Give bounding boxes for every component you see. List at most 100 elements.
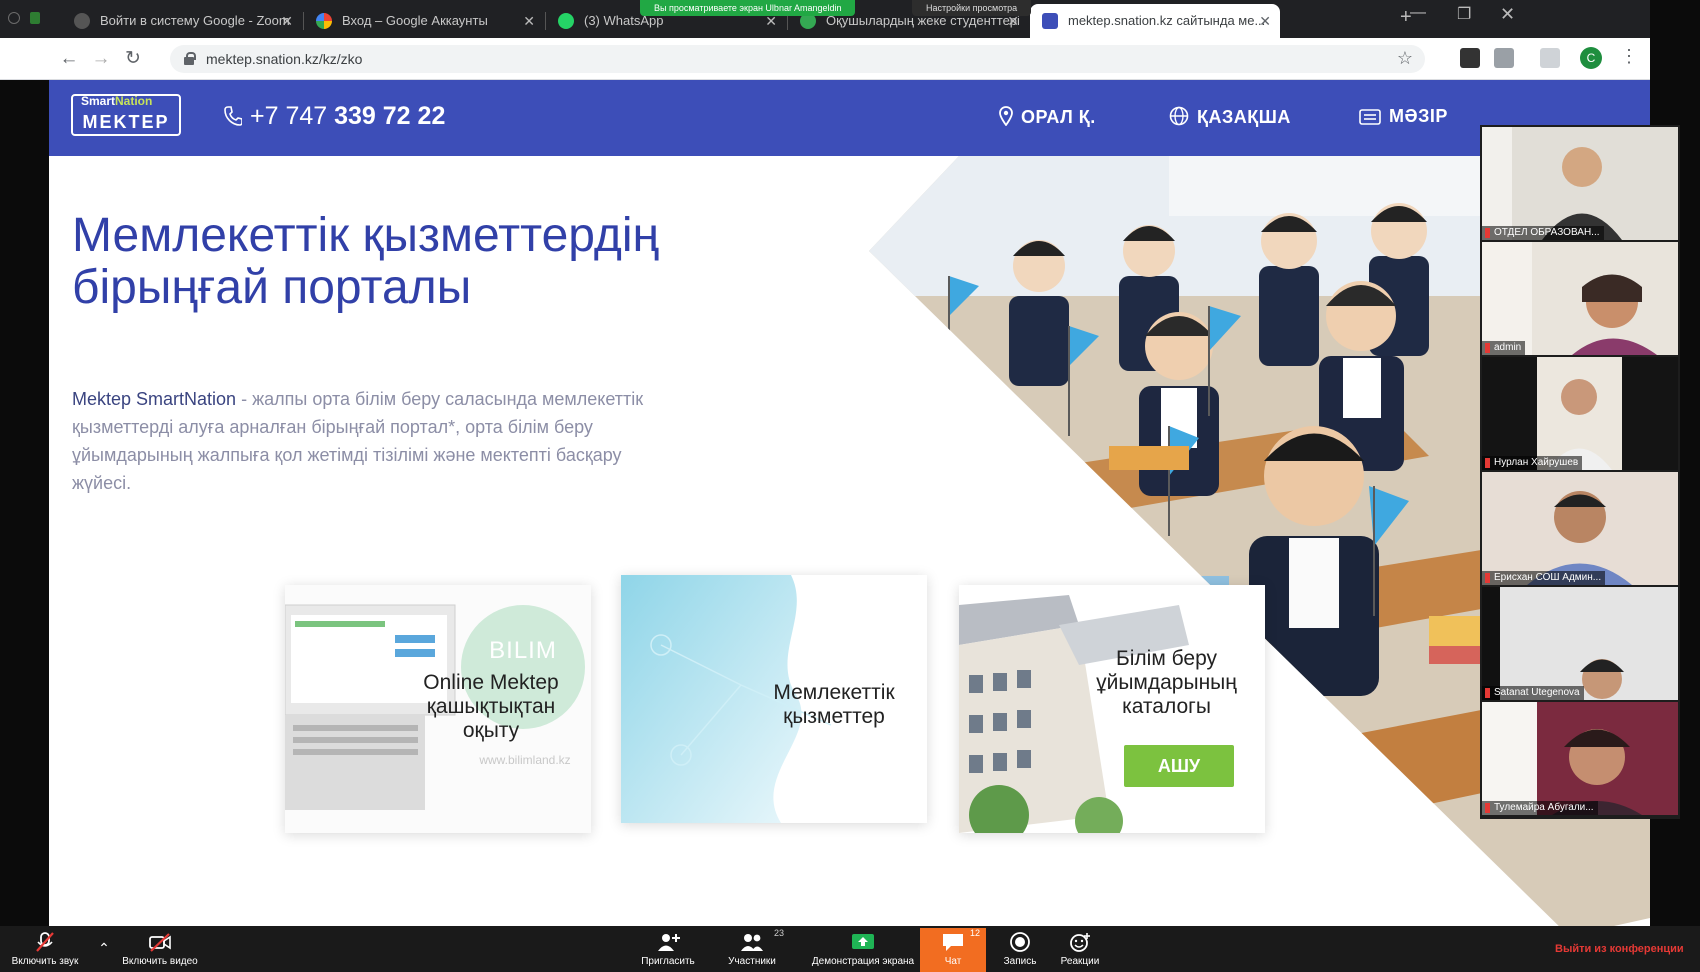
profile-avatar[interactable]: C [1580, 47, 1602, 69]
screen-share-banner: Вы просматриваете экран Ulbnar Amangeldi… [640, 0, 856, 16]
chat-icon [943, 934, 963, 951]
phone-main: 339 72 22 [334, 102, 446, 130]
reactions-icon [1070, 933, 1090, 952]
participant-name: admin [1482, 341, 1526, 355]
card-site: www.bilimland.kz [479, 753, 571, 767]
extension-icon[interactable] [1494, 48, 1514, 68]
menu-icon [1359, 109, 1381, 125]
video-off-icon [149, 933, 171, 952]
start-video-button[interactable]: Включить видео [112, 928, 208, 972]
close-tab-icon[interactable]: ✕ [1259, 4, 1271, 38]
browser-tab-strip: Войти в систему Google - Zoom ✕ Вход – G… [0, 0, 1650, 38]
minimize-icon[interactable]: — [1410, 4, 1426, 22]
close-window-icon[interactable]: ✕ [1500, 4, 1515, 25]
extension-icon[interactable] [1540, 48, 1560, 68]
reload-icon[interactable]: ↻ [120, 46, 146, 72]
tab-mektep[interactable]: mektep.snation.kz сайтында ме... ✕ [1030, 4, 1280, 38]
share-screen-icon [852, 934, 874, 949]
card-title: Білім беру ұйымдарының каталогы [1096, 647, 1237, 718]
participant-tile[interactable]: Satanat Utegenova [1482, 587, 1678, 700]
globe-icon [1169, 106, 1189, 126]
chat-button[interactable]: Чат 12 [920, 928, 986, 972]
secure-icon [30, 12, 40, 24]
extension-icon[interactable] [1460, 48, 1480, 68]
site-logo[interactable]: SmartNation MEKTEP [71, 94, 181, 136]
back-icon[interactable]: ← [56, 46, 82, 72]
card-catalog[interactable]: Білім беру ұйымдарының каталогы АШУ [959, 585, 1265, 833]
muted-mic-icon [36, 932, 54, 952]
logo-text: MEKTEP [82, 112, 170, 132]
open-button[interactable]: АШУ [1124, 745, 1234, 787]
phone-prefix: +7 747 [250, 102, 328, 130]
card-state-services[interactable]: Мемлекеттік қызметтер [621, 575, 927, 823]
record-button[interactable]: Запись [996, 928, 1044, 972]
language-selector[interactable]: ҚАЗАҚША [1169, 106, 1291, 128]
close-tab-icon[interactable]: ✕ [523, 4, 535, 38]
participant-video [1482, 242, 1678, 355]
card-title: Online Mektep қашықтықтан оқыту [423, 671, 559, 742]
tab-zoom[interactable]: Войти в систему Google - Zoom ✕ [62, 4, 302, 38]
site-header: SmartNation MEKTEP +7 747 339 72 22 ОРАЛ… [49, 80, 1650, 156]
address-bar[interactable]: mektep.snation.kz/kz/zko ☆ [170, 45, 1425, 73]
phone-icon [224, 106, 242, 126]
close-tab-icon[interactable]: ✕ [281, 4, 293, 38]
bilim-badge: BILIM [489, 637, 557, 664]
card-title: Мемлекеттік қызметтер [773, 681, 895, 728]
region-selector[interactable]: ОРАЛ Қ. [999, 106, 1096, 128]
view-settings-button[interactable]: Настройки просмотра [912, 0, 1032, 16]
participants-icon [741, 934, 763, 951]
participants-button[interactable]: Участники 23 [718, 928, 786, 972]
participant-name: Ерисхан СОШ Админ... [1482, 571, 1606, 585]
mektep-icon [1042, 13, 1058, 29]
card-online-mektep[interactable]: BILIM www.bilimland.kz Online Mektep қаш… [285, 585, 591, 833]
participant-video [1482, 702, 1678, 815]
logo-smart: Smart [81, 94, 116, 108]
chat-count: 12 [969, 928, 980, 938]
webpage: SmartNation MEKTEP +7 747 339 72 22 ОРАЛ… [49, 80, 1650, 926]
hero-title: Мемлекеттік қызметтердің бірыңғай портал… [72, 209, 660, 314]
participant-video [1482, 472, 1678, 585]
participant-name: Нурлан Хайрушев [1482, 456, 1583, 470]
participants-count: 23 [773, 928, 784, 938]
restore-icon[interactable]: ❐ [1457, 4, 1471, 24]
share-screen-button[interactable]: Демонстрация экрана [806, 928, 920, 972]
map-pin-icon [999, 106, 1013, 127]
participant-name: ОТДЕЛ ОБРАЗОВАН... [1482, 226, 1604, 240]
participant-tile[interactable]: admin [1482, 242, 1678, 355]
lock-icon [184, 52, 196, 65]
participant-name: Тулемайра Абугали... [1482, 801, 1598, 815]
browser-toolbar: ← → ↻ mektep.snation.kz/kz/zko ☆ C ⋮ [0, 38, 1650, 80]
leave-meeting-button[interactable]: Выйти из конференции [1555, 943, 1684, 955]
participant-video [1482, 127, 1678, 240]
screen: { "browser": { "tabs": [ {"label": "Войт… [0, 0, 1700, 972]
zoom-gallery: ОТДЕЛ ОБРАЗОВАН... admin Нурлан Хайрушев… [1480, 125, 1680, 819]
add-user-icon [658, 934, 680, 951]
record-icon [1010, 932, 1030, 952]
participant-video [1482, 587, 1678, 700]
whatsapp-icon [558, 13, 574, 29]
participant-tile[interactable]: ОТДЕЛ ОБРАЗОВАН... [1482, 127, 1678, 240]
record-icon [8, 12, 20, 24]
chrome-menu-icon[interactable]: ⋮ [1620, 46, 1638, 67]
tab-google-accounts[interactable]: Вход – Google Аккаунты ✕ [304, 4, 544, 38]
globe-icon [74, 13, 90, 29]
participant-name: Satanat Utegenova [1482, 686, 1584, 700]
invite-button[interactable]: Пригласить [636, 928, 700, 972]
bookmark-star-icon[interactable]: ☆ [1397, 48, 1413, 69]
reactions-button[interactable]: Реакции [1052, 928, 1108, 972]
zoom-controls: Включить звук ⌃ Включить видео Пригласит… [0, 926, 1700, 972]
unmute-button[interactable]: Включить звук [2, 928, 88, 972]
logo-nation: Nation [115, 94, 153, 108]
phone-number[interactable]: +7 747 339 72 22 [224, 102, 445, 131]
forward-icon[interactable]: → [88, 46, 114, 72]
url-text[interactable]: mektep.snation.kz/kz/zko [206, 45, 362, 73]
participant-tile[interactable]: Тулемайра Абугали... [1482, 702, 1678, 815]
participant-tile[interactable]: Ерисхан СОШ Админ... [1482, 472, 1678, 585]
window-icons [8, 12, 40, 24]
menu-button[interactable]: МӘЗІР [1359, 106, 1448, 127]
participant-tile[interactable]: Нурлан Хайрушев [1482, 357, 1678, 470]
google-icon [316, 13, 332, 29]
participant-video [1482, 357, 1678, 470]
brand-name: Mektep SmartNation [72, 389, 237, 409]
hero-description: Mektep SmartNation - жалпы орта білім бе… [72, 385, 672, 497]
